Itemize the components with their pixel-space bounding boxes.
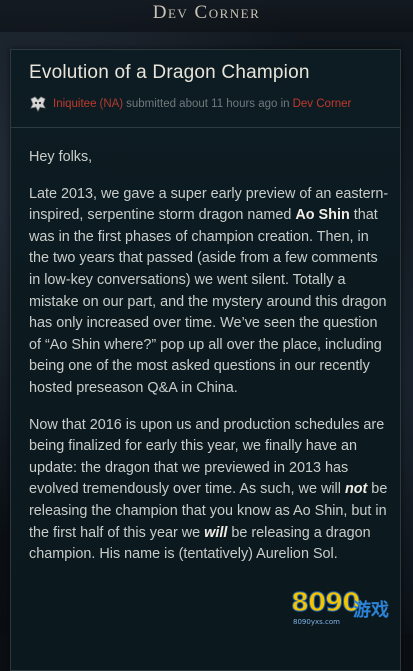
post-meta: Iniquitee (NA) submitted about 11 hours … [29,95,351,113]
watermark-url: 8090yxs.com [293,618,340,626]
site-watermark: 8090 游戏 8090yxs.com [290,586,409,630]
submitted-text: submitted about 11 hours ago in [126,98,290,110]
post-body: Hey folks, Late 2013, we gave a super ea… [29,147,389,581]
author-region: (NA) [99,98,124,110]
p2-text-b: that was in the first phases of champion… [29,207,387,396]
greeting-paragraph: Hey folks, [29,149,93,165]
post-title: Evolution of a Dragon Champion [29,62,310,83]
dragon-badge-icon [29,95,47,113]
divider [11,127,400,128]
section-title: Dev Corner [152,2,261,23]
p3-bold-will: will [204,524,228,541]
paragraph-3: Now that 2016 is upon us and production … [29,415,389,566]
paragraph-2: Late 2013, we gave a super early preview… [29,184,389,400]
p3-text-a: Now that 2016 is upon us and production … [29,416,385,498]
p2-bold: Ao Shin [295,207,350,224]
author-link[interactable]: Iniquitee [53,98,96,110]
post-panel: Evolution of a Dragon Champion Iniquitee… [10,49,401,671]
board-link[interactable]: Dev Corner [293,98,352,110]
watermark-sub: 游戏 [353,600,389,621]
watermark-number: 8090 [290,588,360,619]
p3-bold-not: not [344,481,368,498]
